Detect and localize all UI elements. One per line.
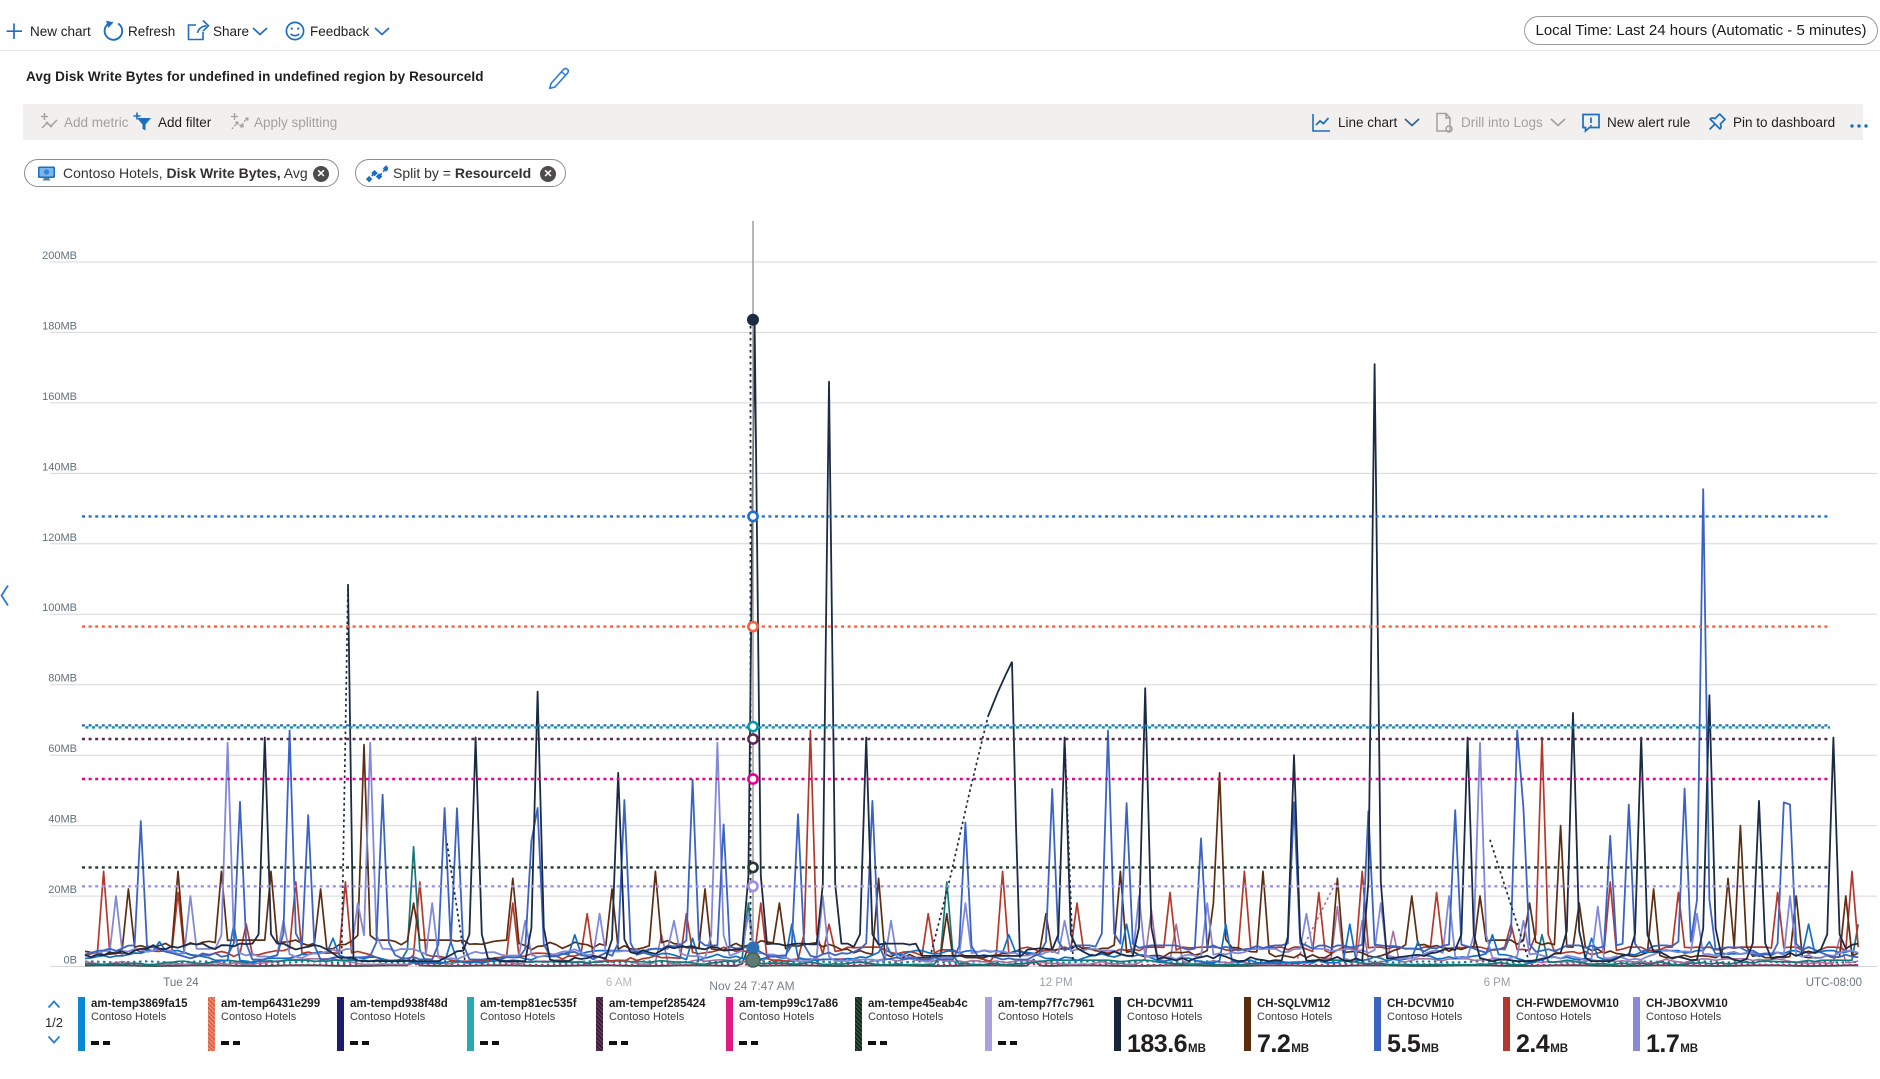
svg-text:200MB: 200MB — [42, 250, 77, 262]
svg-text:180MB: 180MB — [42, 320, 77, 332]
svg-text:60MB: 60MB — [48, 743, 77, 755]
svg-text:0B: 0B — [64, 955, 77, 967]
svg-text:140MB: 140MB — [42, 461, 77, 473]
svg-text:160MB: 160MB — [42, 391, 77, 403]
svg-text:40MB: 40MB — [48, 814, 77, 826]
svg-text:6 AM: 6 AM — [606, 977, 632, 989]
svg-text:100MB: 100MB — [42, 602, 77, 614]
svg-text:20MB: 20MB — [48, 884, 77, 896]
svg-text:12 PM: 12 PM — [1039, 977, 1072, 989]
svg-text:UTC-08:00: UTC-08:00 — [1806, 977, 1862, 989]
svg-text:120MB: 120MB — [42, 532, 77, 544]
svg-text:Nov 24 7:47 AM: Nov 24 7:47 AM — [709, 979, 794, 993]
svg-text:6 PM: 6 PM — [1484, 977, 1511, 989]
svg-text:Tue 24: Tue 24 — [163, 977, 199, 989]
svg-text:80MB: 80MB — [48, 673, 77, 685]
